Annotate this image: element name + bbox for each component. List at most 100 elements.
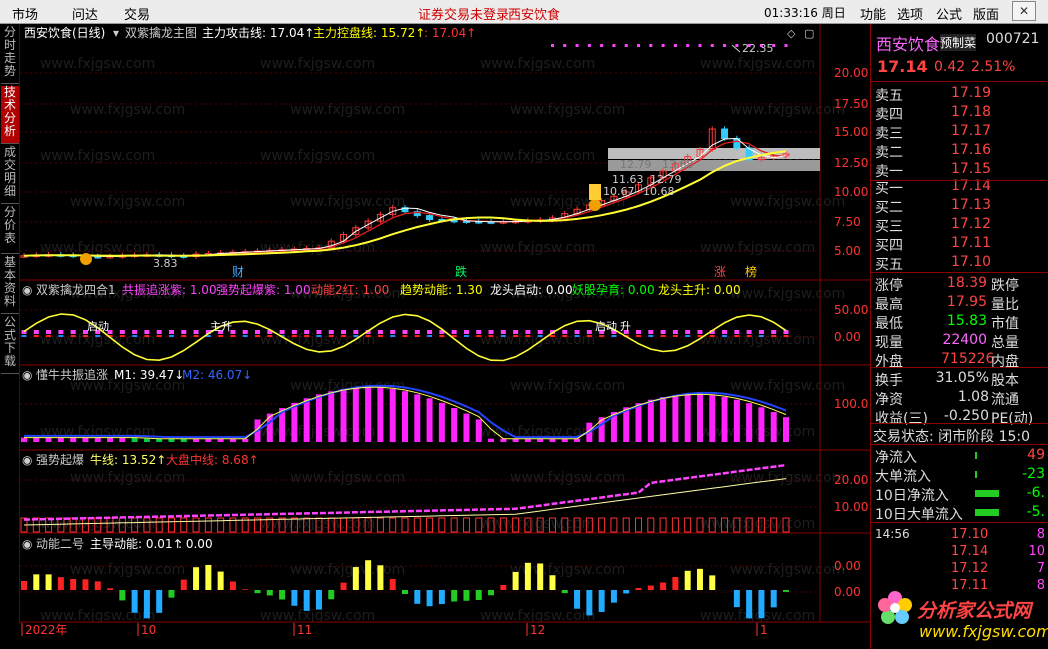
panel5-indicator-name[interactable]: 动能二号 [36, 537, 84, 551]
panel2-bar [513, 335, 519, 337]
panel2-bar [304, 335, 310, 337]
tab-trades[interactable]: 成交明细 [1, 146, 19, 204]
panel3-indicator-name[interactable]: 懂牛共振追涨 [36, 367, 108, 382]
panel2-caret-icon[interactable]: ◉ [22, 283, 32, 297]
menu-wenda[interactable]: 问达 [72, 4, 98, 23]
stat-value: 31.05% [935, 370, 989, 386]
panel3-bar [70, 437, 77, 442]
tab-technical[interactable]: 技术分析 [1, 86, 19, 144]
event-tag: 榜 [745, 264, 757, 279]
stat-label-2: 总量 [991, 335, 1019, 351]
ask-price: 17.15 [951, 161, 992, 177]
bid-price: 17.10 [951, 254, 992, 270]
y-tick-label: 17.50 [834, 97, 868, 111]
ask-row[interactable]: 卖三 17.17 [871, 122, 1048, 142]
tick-volume: 8 [1036, 527, 1045, 542]
watermark-text: www.fxjgsw.com [70, 562, 185, 578]
menu-formula[interactable]: 公式 [936, 4, 962, 23]
bid-row[interactable]: 买四 17.11 [871, 234, 1048, 254]
tab-price-table[interactable]: 分价表 [1, 206, 19, 254]
menu-options[interactable]: 选项 [897, 4, 923, 23]
panel2-bar [574, 330, 580, 334]
panel1-caret-icon[interactable]: ▾ [113, 26, 119, 40]
panel4-bar [376, 517, 384, 533]
panel5-bar [131, 590, 138, 613]
panel5-bar [242, 589, 249, 590]
bid-label: 买一 [875, 181, 903, 197]
watermark-text: www.fxjgsw.com [260, 56, 375, 72]
bid-price: 17.13 [951, 197, 992, 213]
watermark-text: www.fxjgsw.com [730, 286, 845, 302]
stat-label: 净资 [875, 392, 903, 408]
watermark-text: www.fxjgsw.com [290, 562, 405, 578]
panel4-caret-icon[interactable]: ◉ [22, 453, 32, 467]
panel2-bar [21, 335, 27, 337]
panel2-bar [734, 335, 740, 337]
panel2-bar [390, 330, 396, 334]
diamond-icon[interactable]: ◇ [787, 27, 796, 40]
watermark-text: www.fxjgsw.com [260, 148, 375, 164]
chart-area[interactable]: www.fxjgsw.com www.fxjgsw.com www.fxjgsw.c… [20, 24, 870, 649]
bid-row[interactable]: 买二 17.13 [871, 196, 1048, 216]
quote-code: 000721 [986, 31, 1040, 47]
left-tab-strip: 分时走势 技术分析 成交明细 分价表 基本资料 公式下载 [0, 24, 20, 624]
bid-row[interactable]: 买五 17.10 [871, 253, 1048, 273]
square-icon[interactable]: ▢ [804, 27, 814, 40]
panel3-bar [131, 437, 138, 442]
menu-layout[interactable]: 版面 [973, 4, 999, 23]
panel4-bar [192, 517, 200, 533]
login-notice[interactable]: 证券交易未登录 [418, 4, 509, 23]
panel2-bar [549, 335, 555, 337]
x-tick-label: 12 [530, 623, 545, 637]
signal-badge-icon [589, 199, 601, 211]
panel3-bar [315, 394, 322, 442]
panel5-bar [549, 575, 556, 590]
tab-formula-download[interactable]: 公式下载 [1, 316, 19, 374]
ask-row[interactable]: 卖四 17.18 [871, 103, 1048, 123]
menu-trade[interactable]: 交易 [124, 4, 150, 23]
panel4-bar [659, 517, 667, 533]
panel2-bar [95, 335, 101, 337]
panel2-bars [21, 330, 789, 337]
panel3-bar [414, 394, 421, 442]
tab-profile[interactable]: 基本资料 [1, 256, 19, 314]
panel2-bar [328, 335, 334, 337]
panel5-caret-icon[interactable]: ◉ [22, 537, 32, 551]
panel5-bar [328, 590, 335, 600]
watermark-text: www.fxjgsw.com [730, 562, 845, 578]
panel5-bar [733, 590, 740, 608]
panel2-bar [279, 330, 285, 334]
stat-value: 18.39 [946, 275, 987, 291]
stat-value: 1.08 [957, 389, 989, 405]
x-tick-label: 2022年 [25, 623, 68, 637]
y-tick-label: 100.0 [834, 397, 868, 411]
stat-label-2: 量比 [991, 297, 1019, 313]
flow-row: 净流入 49 [871, 446, 1048, 466]
panel2-bar [685, 335, 691, 337]
panel2-indicator-name[interactable]: 双紫擒龙四合1 [36, 282, 116, 297]
panel2-bar [132, 330, 138, 334]
panel2-mark: 主升 [210, 320, 232, 333]
bid-label: 买三 [875, 219, 903, 235]
window-close-button[interactable]: ✕ [1012, 1, 1036, 21]
menu-market[interactable]: 市场 [12, 4, 38, 23]
ask-row[interactable]: 卖二 17.16 [871, 141, 1048, 161]
panel2-bar [242, 335, 248, 337]
y-tick-label: 0.00 [834, 585, 861, 599]
panel1-indicator-name[interactable]: 双紫擒龙主图 [125, 25, 197, 40]
tab-intraday[interactable]: 分时走势 [1, 26, 19, 84]
x-tick-label: 1 [760, 623, 768, 637]
panel2-mark: 启动 [87, 320, 109, 333]
panel4-indicator-name[interactable]: 强势起爆 [36, 453, 84, 467]
panel2-bar [82, 335, 88, 337]
panel2-bar [525, 330, 531, 334]
stat-row: 涨停 18.39 跌停 [871, 274, 1048, 294]
panel4-bar [598, 517, 606, 533]
bid-row[interactable]: 买三 17.12 [871, 215, 1048, 235]
ask-row[interactable]: 卖五 17.19 [871, 84, 1048, 104]
panel3-bar [107, 437, 114, 442]
panel3-caret-icon[interactable]: ◉ [22, 368, 32, 382]
panel3-bar [352, 387, 359, 442]
panel2-bar [46, 335, 52, 337]
menu-function[interactable]: 功能 [860, 4, 886, 23]
